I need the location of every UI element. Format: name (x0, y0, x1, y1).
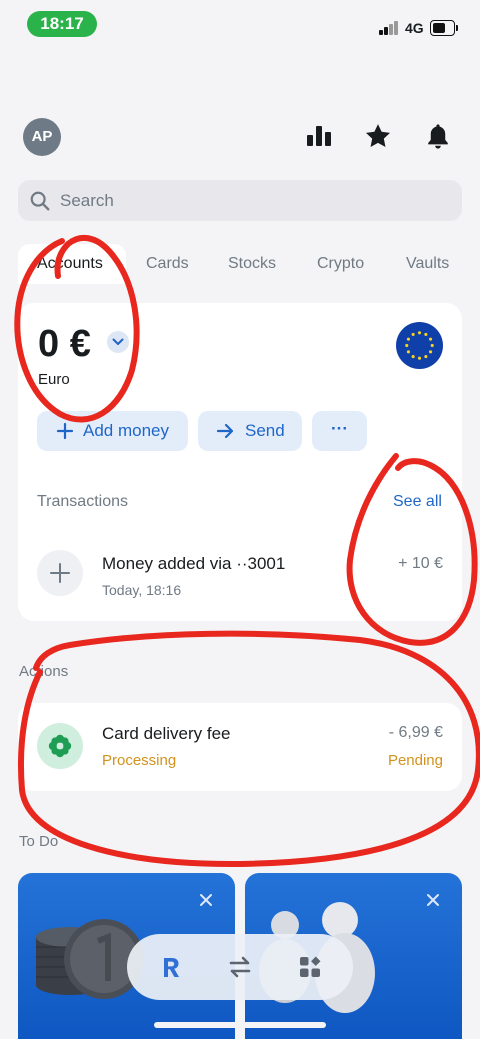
more-dots-icon: ··· (331, 419, 348, 438)
tab-accounts[interactable]: Accounts (18, 244, 126, 284)
actions-label: Actions (19, 663, 69, 680)
more-button[interactable]: ··· (312, 411, 367, 451)
star-icon[interactable] (364, 122, 392, 150)
bell-icon[interactable] (424, 122, 452, 150)
network-label: 4G (405, 20, 424, 36)
search-icon (30, 191, 50, 211)
action-title: Card delivery fee (102, 724, 231, 743)
tab-cards[interactable]: Cards (146, 244, 189, 284)
home-indicator (154, 1022, 326, 1028)
add-money-button[interactable]: Add money (37, 411, 188, 451)
balance-amount: 0 € (38, 323, 91, 365)
revolut-logo-icon[interactable] (157, 953, 185, 981)
status-time: 18:17 (27, 11, 97, 37)
see-all-link[interactable]: See all (393, 493, 442, 511)
plus-icon (56, 420, 74, 447)
send-label: Send (245, 421, 285, 440)
action-status: Processing (102, 752, 177, 769)
battery-icon (430, 20, 458, 36)
action-amount: - 6,99 € (388, 724, 443, 741)
add-money-label: Add money (83, 421, 169, 440)
bottom-dock (127, 934, 353, 1000)
tab-crypto[interactable]: Crypto (317, 244, 364, 284)
flower-icon (37, 723, 83, 769)
apps-grid-icon[interactable] (296, 953, 324, 981)
close-icon[interactable] (426, 893, 440, 907)
search-bar[interactable]: Search (18, 180, 462, 221)
todo-label: To Do (19, 833, 59, 850)
action-state: Pending (387, 752, 443, 769)
transfer-arrows-icon[interactable] (226, 953, 254, 981)
close-icon[interactable] (199, 893, 213, 907)
account-tabs: Accounts Cards Stocks Crypto Vaults (18, 244, 480, 284)
eu-flag-icon (396, 322, 443, 369)
send-button[interactable]: Send (198, 411, 302, 451)
chart-bars-icon[interactable] (305, 122, 333, 150)
search-input[interactable]: Search (60, 191, 114, 211)
avatar[interactable]: AP (23, 118, 61, 156)
transaction-title: Money added via ··3001 (102, 554, 286, 573)
currency-name: Euro (38, 371, 70, 388)
action-item-card-delivery[interactable]: Card delivery fee Processing - 6,99 € Pe… (18, 703, 462, 791)
tab-stocks[interactable]: Stocks (228, 244, 276, 284)
chevron-down-icon[interactable] (107, 331, 129, 353)
account-card: 0 € Euro Add money Send ··· Transactions… (18, 303, 462, 621)
transactions-label: Transactions (37, 493, 128, 510)
transaction-amount: + 10 € (398, 555, 443, 572)
arrow-right-icon (216, 420, 236, 447)
status-bar: 18:17 4G (0, 0, 480, 50)
transaction-time: Today, 18:16 (102, 582, 182, 598)
plus-icon (37, 550, 83, 596)
signal-icon (379, 21, 401, 35)
tab-vaults[interactable]: Vaults (406, 244, 449, 284)
